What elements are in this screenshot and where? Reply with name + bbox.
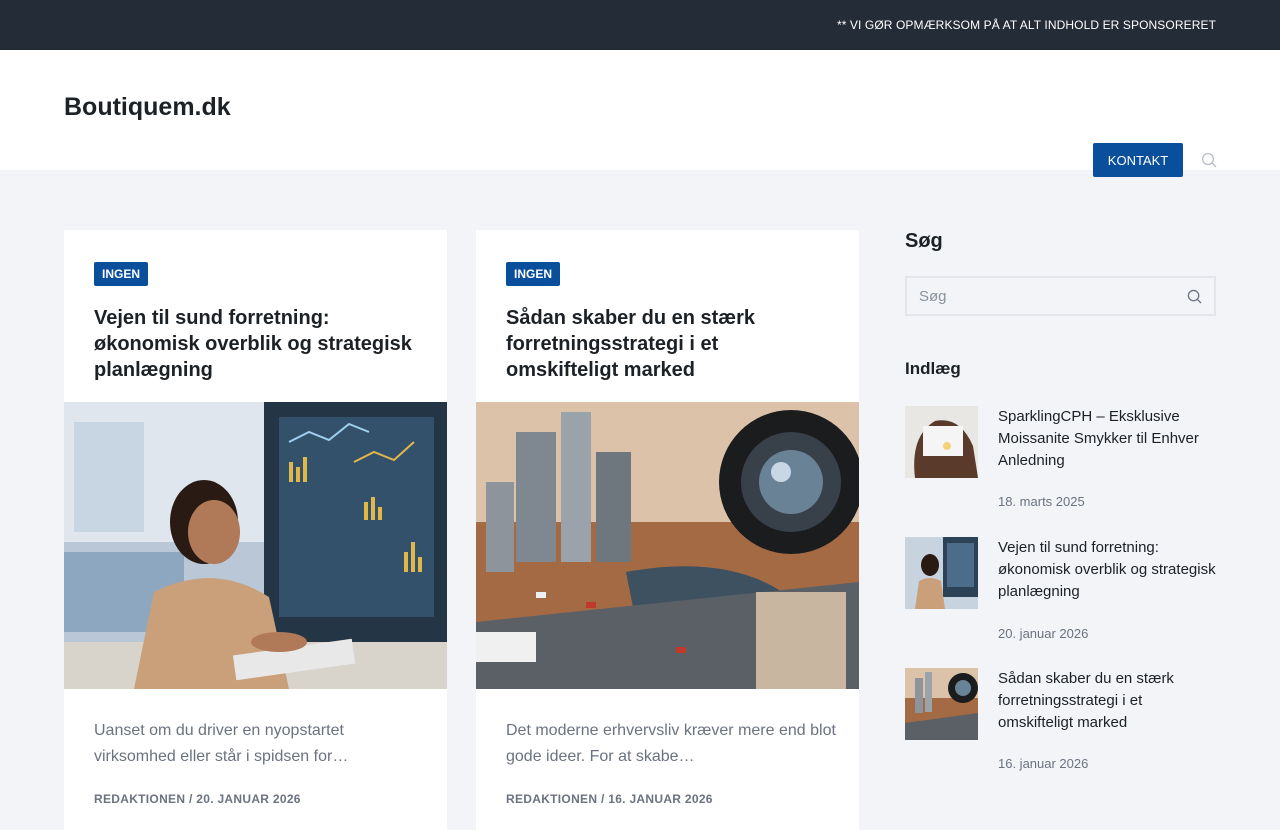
site-header: Boutiquem.dk KONTAKT (0, 50, 1280, 177)
search-icon[interactable] (1187, 289, 1202, 304)
sidebar-post[interactable]: SparklingCPH – Eksklusive Moissanite Smy… (905, 406, 1216, 516)
sponsored-notice: ** VI GØR OPMÆRKSOM PÅ AT ALT INDHOLD ER… (836, 18, 1216, 32)
post-title[interactable]: Sådan skaber du en stærk forretningsstra… (998, 668, 1216, 734)
article-image[interactable] (476, 402, 859, 689)
posts-heading: Indlæg (905, 359, 961, 378)
article-author[interactable]: REDAKTIONEN (506, 792, 597, 806)
top-notice-bar: ** VI GØR OPMÆRKSOM PÅ AT ALT INDHOLD ER… (0, 0, 1280, 50)
post-title[interactable]: SparklingCPH – Eksklusive Moissanite Smy… (998, 406, 1216, 472)
article-meta: REDAKTIONEN / 20. JANUAR 2026 (94, 792, 301, 806)
post-date: 20. januar 2026 (998, 626, 1089, 641)
search-icon[interactable] (1201, 152, 1217, 168)
article-card: INGEN Vejen til sund forretning: økonomi… (64, 230, 447, 830)
category-badge[interactable]: INGEN (506, 262, 561, 286)
article-meta: REDAKTIONEN / 16. JANUAR 2026 (506, 792, 713, 806)
post-date: 18. marts 2025 (998, 494, 1085, 509)
sidebar-post[interactable]: Sådan skaber du en stærk forretningsstra… (905, 668, 1216, 778)
sidebar-search (905, 276, 1216, 316)
article-date: 16. JANUAR 2026 (608, 792, 713, 806)
search-input[interactable] (907, 278, 1167, 314)
article-image[interactable] (64, 402, 447, 689)
post-thumbnail[interactable] (905, 668, 978, 740)
article-excerpt: Uanset om du driver en nyopstartet virks… (94, 722, 349, 765)
contact-button[interactable]: KONTAKT (1093, 143, 1183, 177)
post-thumbnail[interactable] (905, 406, 978, 478)
sidebar: Søg Indlæg SparklingCPH – Eksklusive Moi… (905, 230, 1216, 771)
article-excerpt: Det moderne erhvervsliv kræver mere end … (506, 722, 836, 765)
site-title[interactable]: Boutiquem.dk (64, 93, 231, 122)
article-date: 20. JANUAR 2026 (196, 792, 301, 806)
category-badge[interactable]: INGEN (94, 262, 149, 286)
sidebar-post[interactable]: Vejen til sund forretning: økonomisk ove… (905, 537, 1216, 647)
article-title[interactable]: Sådan skaber du en stærk forretningsstra… (506, 305, 836, 383)
post-thumbnail[interactable] (905, 537, 978, 609)
article-author[interactable]: REDAKTIONEN (94, 792, 185, 806)
post-date: 16. januar 2026 (998, 756, 1089, 771)
article-title[interactable]: Vejen til sund forretning: økonomisk ove… (94, 305, 424, 383)
article-card: INGEN Sådan skaber du en stærk forretnin… (476, 230, 859, 830)
post-title[interactable]: Vejen til sund forretning: økonomisk ove… (998, 537, 1216, 603)
search-heading: Søg (905, 230, 943, 252)
